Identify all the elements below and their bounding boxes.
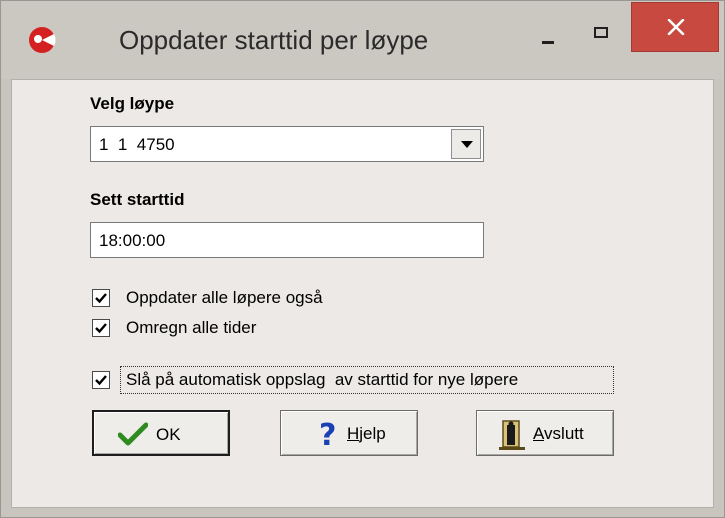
checkbox-label: Oppdater alle løpere også xyxy=(126,288,323,307)
focus-rectangle xyxy=(120,366,614,394)
course-select-value: 1 1 4750 xyxy=(99,135,175,154)
checkmark-icon xyxy=(95,375,107,386)
help-button-label: Hjelp xyxy=(347,424,386,443)
exit-button[interactable]: Avslutt xyxy=(476,410,614,456)
ok-button[interactable]: OK xyxy=(92,410,230,456)
dialog-window: Oppdater starttid per løype Velg løype 1… xyxy=(0,0,725,518)
checkbox-box[interactable] xyxy=(92,319,110,337)
starttime-label: Sett starttid xyxy=(90,190,185,209)
checkbox-label: Omregn alle tider xyxy=(126,318,257,337)
title-bar[interactable]: Oppdater starttid per løype xyxy=(1,1,724,79)
door-exit-icon xyxy=(497,417,527,456)
checkmark-icon xyxy=(117,422,149,451)
minimize-button[interactable] xyxy=(531,27,565,49)
help-button[interactable]: ? Hjelp xyxy=(280,410,418,456)
chevron-down-icon xyxy=(461,141,473,148)
checkmark-icon xyxy=(95,293,107,304)
dropdown-button[interactable] xyxy=(451,129,481,159)
ok-button-label: OK xyxy=(156,425,181,444)
app-logo-icon[interactable] xyxy=(27,25,57,55)
svg-text:?: ? xyxy=(319,418,336,449)
course-label: Velg løype xyxy=(90,94,175,113)
exit-button-label: Avslutt xyxy=(533,424,584,443)
window-title: Oppdater starttid per løype xyxy=(119,25,429,55)
checkbox-box[interactable] xyxy=(92,371,110,389)
checkmark-icon xyxy=(95,323,107,334)
question-mark-icon: ? xyxy=(317,417,341,454)
close-icon xyxy=(667,19,685,35)
dialog-content: Velg løype 1 1 4750 Sett starttid 18:00:… xyxy=(11,79,714,508)
starttime-input[interactable]: 18:00:00 xyxy=(90,222,484,258)
close-button[interactable] xyxy=(631,2,719,52)
checkbox-box[interactable] xyxy=(92,289,110,307)
starttime-input-value: 18:00:00 xyxy=(99,231,166,250)
course-select[interactable]: 1 1 4750 xyxy=(90,126,484,162)
maximize-button[interactable] xyxy=(585,23,619,47)
